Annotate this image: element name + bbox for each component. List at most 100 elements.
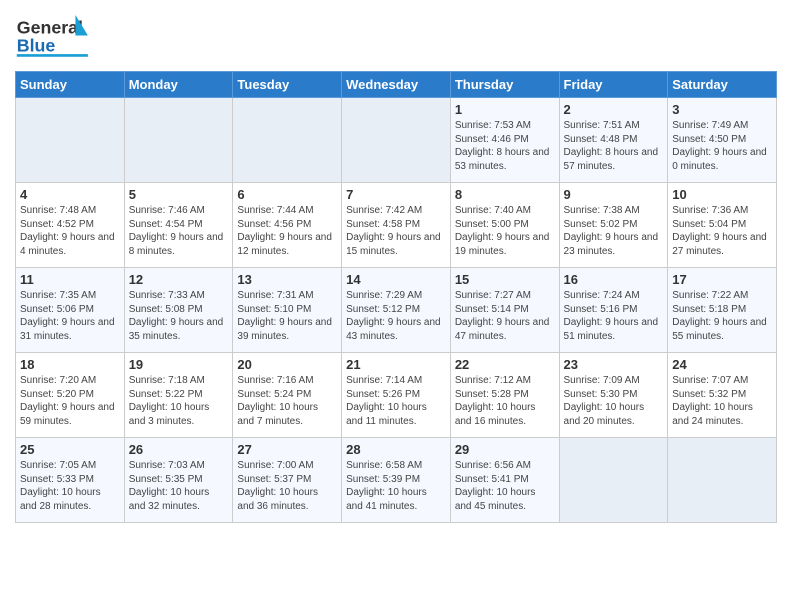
day-number: 9 xyxy=(564,187,664,202)
day-number: 29 xyxy=(455,442,555,457)
day-number: 5 xyxy=(129,187,229,202)
calendar-cell xyxy=(233,98,342,183)
weekday-header-monday: Monday xyxy=(124,72,233,98)
calendar-cell: 9 Sunrise: 7:38 AMSunset: 5:02 PMDaylight… xyxy=(559,183,668,268)
calendar-cell: 20 Sunrise: 7:16 AMSunset: 5:24 PMDayligh… xyxy=(233,353,342,438)
weekday-header-thursday: Thursday xyxy=(450,72,559,98)
day-detail: Sunrise: 7:12 AMSunset: 5:28 PMDaylight:… xyxy=(455,374,555,428)
day-number: 13 xyxy=(237,272,337,287)
day-detail: Sunrise: 7:36 AMSunset: 5:04 PMDaylight:… xyxy=(672,204,772,258)
calendar-cell: 12 Sunrise: 7:33 AMSunset: 5:08 PMDayligh… xyxy=(124,268,233,353)
day-number: 28 xyxy=(346,442,446,457)
day-detail: Sunrise: 7:29 AMSunset: 5:12 PMDaylight:… xyxy=(346,289,446,343)
day-detail: Sunrise: 7:16 AMSunset: 5:24 PMDaylight:… xyxy=(237,374,337,428)
day-number: 6 xyxy=(237,187,337,202)
day-number: 11 xyxy=(20,272,120,287)
day-detail: Sunrise: 7:53 AMSunset: 4:46 PMDaylight:… xyxy=(455,119,555,173)
day-number: 21 xyxy=(346,357,446,372)
calendar-cell xyxy=(342,98,451,183)
day-number: 20 xyxy=(237,357,337,372)
day-detail: Sunrise: 7:20 AMSunset: 5:20 PMDaylight:… xyxy=(20,374,120,428)
calendar-cell: 3 Sunrise: 7:49 AMSunset: 4:50 PMDaylight… xyxy=(668,98,777,183)
calendar-cell: 15 Sunrise: 7:27 AMSunset: 5:14 PMDayligh… xyxy=(450,268,559,353)
day-number: 27 xyxy=(237,442,337,457)
calendar-cell: 21 Sunrise: 7:14 AMSunset: 5:26 PMDayligh… xyxy=(342,353,451,438)
calendar-cell: 13 Sunrise: 7:31 AMSunset: 5:10 PMDayligh… xyxy=(233,268,342,353)
calendar-header-row: SundayMondayTuesdayWednesdayThursdayFrid… xyxy=(16,72,777,98)
day-number: 15 xyxy=(455,272,555,287)
calendar-cell: 7 Sunrise: 7:42 AMSunset: 4:58 PMDaylight… xyxy=(342,183,451,268)
day-number: 8 xyxy=(455,187,555,202)
calendar-cell: 29 Sunrise: 6:56 AMSunset: 5:41 PMDayligh… xyxy=(450,438,559,523)
day-detail: Sunrise: 7:18 AMSunset: 5:22 PMDaylight:… xyxy=(129,374,229,428)
day-number: 1 xyxy=(455,102,555,117)
calendar-cell: 14 Sunrise: 7:29 AMSunset: 5:12 PMDayligh… xyxy=(342,268,451,353)
calendar-cell: 27 Sunrise: 7:00 AMSunset: 5:37 PMDayligh… xyxy=(233,438,342,523)
calendar-cell: 4 Sunrise: 7:48 AMSunset: 4:52 PMDaylight… xyxy=(16,183,125,268)
day-detail: Sunrise: 7:24 AMSunset: 5:16 PMDaylight:… xyxy=(564,289,664,343)
calendar-week-row: 11 Sunrise: 7:35 AMSunset: 5:06 PMDayligh… xyxy=(16,268,777,353)
day-detail: Sunrise: 7:09 AMSunset: 5:30 PMDaylight:… xyxy=(564,374,664,428)
calendar-week-row: 18Sunrise: 7:20 AMSunset: 5:20 PMDayligh… xyxy=(16,353,777,438)
calendar-cell: 10 Sunrise: 7:36 AMSunset: 5:04 PMDayligh… xyxy=(668,183,777,268)
day-number: 16 xyxy=(564,272,664,287)
day-number: 26 xyxy=(129,442,229,457)
day-number: 3 xyxy=(672,102,772,117)
day-number: 19 xyxy=(129,357,229,372)
day-detail: Sunrise: 7:07 AMSunset: 5:32 PMDaylight:… xyxy=(672,374,772,428)
day-detail: Sunrise: 7:40 AMSunset: 5:00 PMDaylight:… xyxy=(455,204,555,258)
calendar-cell: 5 Sunrise: 7:46 AMSunset: 4:54 PMDaylight… xyxy=(124,183,233,268)
calendar-cell: 11 Sunrise: 7:35 AMSunset: 5:06 PMDayligh… xyxy=(16,268,125,353)
day-number: 24 xyxy=(672,357,772,372)
day-detail: Sunrise: 7:14 AMSunset: 5:26 PMDaylight:… xyxy=(346,374,446,428)
calendar-cell: 16 Sunrise: 7:24 AMSunset: 5:16 PMDayligh… xyxy=(559,268,668,353)
day-detail: Sunrise: 7:35 AMSunset: 5:06 PMDaylight:… xyxy=(20,289,120,343)
calendar-cell xyxy=(16,98,125,183)
day-detail: Sunrise: 7:00 AMSunset: 5:37 PMDaylight:… xyxy=(237,459,337,513)
day-detail: Sunrise: 7:33 AMSunset: 5:08 PMDaylight:… xyxy=(129,289,229,343)
day-number: 17 xyxy=(672,272,772,287)
calendar-cell: 18Sunrise: 7:20 AMSunset: 5:20 PMDayligh… xyxy=(16,353,125,438)
calendar-cell xyxy=(559,438,668,523)
calendar-cell: 25 Sunrise: 7:05 AMSunset: 5:33 PMDayligh… xyxy=(16,438,125,523)
calendar-cell: 8 Sunrise: 7:40 AMSunset: 5:00 PMDaylight… xyxy=(450,183,559,268)
day-detail: Sunrise: 6:56 AMSunset: 5:41 PMDaylight:… xyxy=(455,459,555,513)
day-detail: Sunrise: 7:46 AMSunset: 4:54 PMDaylight:… xyxy=(129,204,229,258)
day-number: 7 xyxy=(346,187,446,202)
day-detail: Sunrise: 6:58 AMSunset: 5:39 PMDaylight:… xyxy=(346,459,446,513)
day-detail: Sunrise: 7:49 AMSunset: 4:50 PMDaylight:… xyxy=(672,119,772,173)
page-header: General Blue xyxy=(15,10,777,65)
day-detail: Sunrise: 7:48 AMSunset: 4:52 PMDaylight:… xyxy=(20,204,120,258)
day-number: 2 xyxy=(564,102,664,117)
day-detail: Sunrise: 7:27 AMSunset: 5:14 PMDaylight:… xyxy=(455,289,555,343)
day-detail: Sunrise: 7:38 AMSunset: 5:02 PMDaylight:… xyxy=(564,204,664,258)
day-detail: Sunrise: 7:31 AMSunset: 5:10 PMDaylight:… xyxy=(237,289,337,343)
day-number: 14 xyxy=(346,272,446,287)
calendar-cell: 19 Sunrise: 7:18 AMSunset: 5:22 PMDayligh… xyxy=(124,353,233,438)
weekday-header-friday: Friday xyxy=(559,72,668,98)
calendar-cell: 22 Sunrise: 7:12 AMSunset: 5:28 PMDayligh… xyxy=(450,353,559,438)
calendar-cell: 2 Sunrise: 7:51 AMSunset: 4:48 PMDaylight… xyxy=(559,98,668,183)
calendar-table: SundayMondayTuesdayWednesdayThursdayFrid… xyxy=(15,71,777,523)
calendar-cell: 24 Sunrise: 7:07 AMSunset: 5:32 PMDayligh… xyxy=(668,353,777,438)
svg-text:Blue: Blue xyxy=(17,35,56,55)
calendar-week-row: 4 Sunrise: 7:48 AMSunset: 4:52 PMDaylight… xyxy=(16,183,777,268)
day-number: 4 xyxy=(20,187,120,202)
day-detail: Sunrise: 7:42 AMSunset: 4:58 PMDaylight:… xyxy=(346,204,446,258)
day-detail: Sunrise: 7:22 AMSunset: 5:18 PMDaylight:… xyxy=(672,289,772,343)
weekday-header-saturday: Saturday xyxy=(668,72,777,98)
day-number: 23 xyxy=(564,357,664,372)
day-detail: Sunrise: 7:51 AMSunset: 4:48 PMDaylight:… xyxy=(564,119,664,173)
day-number: 25 xyxy=(20,442,120,457)
day-detail: Sunrise: 7:44 AMSunset: 4:56 PMDaylight:… xyxy=(237,204,337,258)
calendar-cell xyxy=(668,438,777,523)
day-number: 10 xyxy=(672,187,772,202)
weekday-header-tuesday: Tuesday xyxy=(233,72,342,98)
calendar-cell: 1 Sunrise: 7:53 AMSunset: 4:46 PMDaylight… xyxy=(450,98,559,183)
day-number: 12 xyxy=(129,272,229,287)
calendar-cell: 28 Sunrise: 6:58 AMSunset: 5:39 PMDayligh… xyxy=(342,438,451,523)
calendar-week-row: 25 Sunrise: 7:05 AMSunset: 5:33 PMDayligh… xyxy=(16,438,777,523)
logo: General Blue xyxy=(15,10,95,65)
day-detail: Sunrise: 7:05 AMSunset: 5:33 PMDaylight:… xyxy=(20,459,120,513)
day-number: 22 xyxy=(455,357,555,372)
